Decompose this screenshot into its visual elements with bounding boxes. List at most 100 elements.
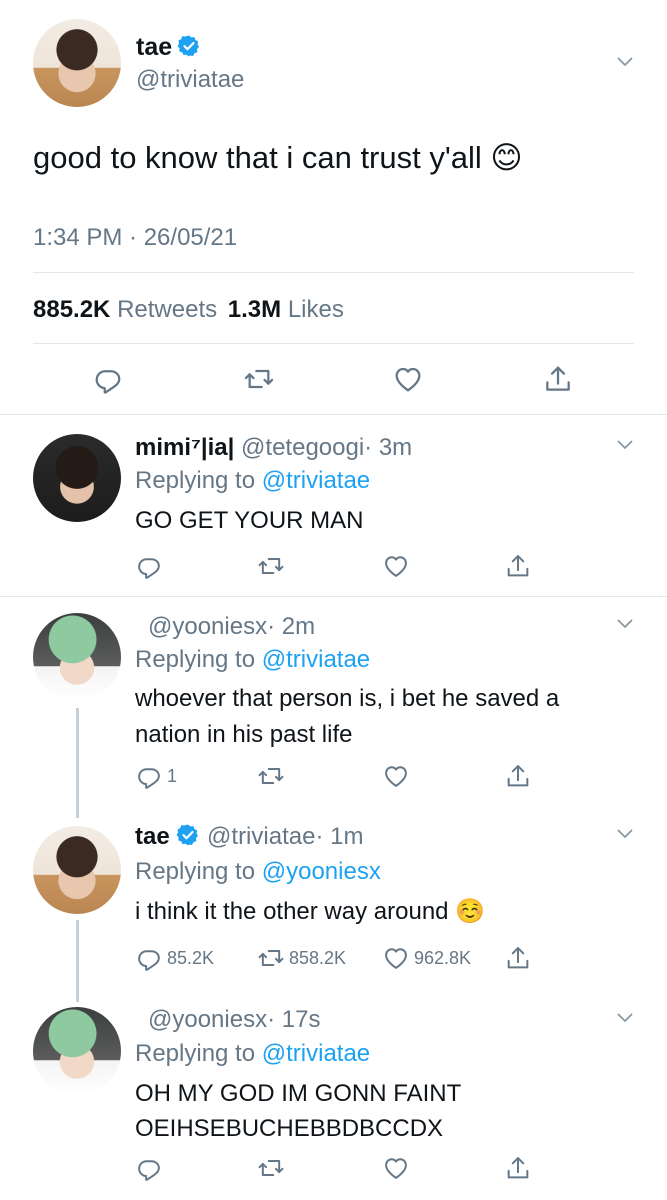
avatar[interactable] <box>33 613 121 701</box>
retweet-icon <box>257 762 285 790</box>
tweet-text: GO GET YOUR MAN <box>135 507 364 534</box>
replying-label: Replying to <box>135 646 256 673</box>
reply-icon <box>135 552 163 580</box>
thread-line <box>76 920 79 1002</box>
reply-icon <box>135 762 163 790</box>
retweet-button[interactable]: 858.2K <box>257 944 346 972</box>
author-row: @yooniesx· 2m <box>148 613 315 641</box>
retweet-icon <box>257 944 285 972</box>
like-icon <box>392 363 424 395</box>
reply-button[interactable] <box>92 363 124 395</box>
like-icon <box>382 762 410 790</box>
like-count: 962.8K <box>414 947 472 968</box>
author-name[interactable]: tae <box>136 33 172 61</box>
chevron-down-icon[interactable] <box>617 440 633 450</box>
verified-icon <box>177 34 201 58</box>
like-button[interactable] <box>382 1154 410 1182</box>
share-button[interactable] <box>504 762 532 790</box>
like-button[interactable]: 962.8K <box>382 944 471 972</box>
share-icon <box>504 944 532 972</box>
replying-to-link[interactable]: @triviatae <box>262 1040 370 1067</box>
likes-label[interactable]: Likes <box>288 296 344 323</box>
share-icon <box>504 762 532 790</box>
share-button[interactable] <box>504 1154 532 1182</box>
author-handle[interactable]: @yooniesx <box>148 613 267 640</box>
reply-icon <box>92 363 124 395</box>
author-row: tae <box>136 33 201 62</box>
avatar[interactable] <box>33 826 121 914</box>
chevron-down-icon[interactable] <box>617 619 633 629</box>
retweet-button[interactable] <box>257 552 285 580</box>
author-name[interactable]: tae <box>135 823 170 850</box>
replying-label: Replying to <box>135 1040 256 1067</box>
retweet-button[interactable] <box>243 363 275 395</box>
reply-button[interactable] <box>135 552 163 580</box>
tweet-time[interactable]: · 1m <box>315 823 363 850</box>
reply-count: 1 <box>167 765 178 786</box>
like-icon <box>382 944 410 972</box>
retweet-button[interactable] <box>257 762 285 790</box>
share-button[interactable] <box>542 363 574 395</box>
replying-to-link[interactable]: @triviatae <box>262 467 370 494</box>
reply-icon <box>135 944 163 972</box>
like-button[interactable] <box>382 762 410 790</box>
tweet-timestamp[interactable]: 1:34 PM · 26/05/21 <box>33 224 237 252</box>
avatar[interactable] <box>33 1007 121 1095</box>
share-button[interactable] <box>504 944 532 972</box>
replying-to: Replying to @triviatae <box>135 646 370 674</box>
retweets-count[interactable]: 885.2K <box>33 296 110 323</box>
like-button[interactable] <box>392 363 424 395</box>
tweet-text: good to know that i can trust y'all 😊 <box>33 140 523 175</box>
tweet-time[interactable]: · 17s <box>267 1006 320 1033</box>
retweets-label[interactable]: Retweets <box>117 296 217 323</box>
author-handle[interactable]: @tetegoogi <box>241 434 364 461</box>
author-row: @yooniesx· 17s <box>148 1006 320 1034</box>
replying-to: Replying to @yooniesx <box>135 858 381 886</box>
reply-button[interactable]: 1 <box>135 762 177 790</box>
retweet-button[interactable] <box>257 1154 285 1182</box>
author-handle[interactable]: @triviatae <box>136 66 244 94</box>
likes-count[interactable]: 1.3M <box>228 296 281 323</box>
author-row: tae @triviatae· 1m <box>135 823 363 851</box>
tweet-time[interactable]: · 3m <box>364 434 412 461</box>
share-icon <box>542 363 574 395</box>
divider <box>0 596 667 597</box>
tweet-text-line: OEIHSEBUCHEBBDBCCDX <box>135 1115 444 1142</box>
replying-label: Replying to <box>135 858 256 885</box>
retweet-count: 858.2K <box>289 947 347 968</box>
divider <box>33 272 634 273</box>
chevron-down-icon[interactable] <box>617 57 633 67</box>
tweet-text-line: nation in his past life <box>135 721 353 748</box>
reply-button[interactable]: 85.2K <box>135 944 214 972</box>
replying-to: Replying to @triviatae <box>135 1040 370 1068</box>
replying-to-link[interactable]: @yooniesx <box>262 858 381 885</box>
author-handle[interactable]: @triviatae <box>207 823 315 850</box>
replying-to-link[interactable]: @triviatae <box>262 646 370 673</box>
reply-count: 85.2K <box>167 947 215 968</box>
author-row: mimi⁷|ia| @tetegoogi· 3m <box>135 434 412 462</box>
share-icon <box>504 1154 532 1182</box>
like-icon <box>382 1154 410 1182</box>
tweet-time[interactable]: · 2m <box>267 613 315 640</box>
share-icon <box>504 552 532 580</box>
author-name[interactable]: mimi⁷|ia| <box>135 434 234 461</box>
author-handle[interactable]: @yooniesx <box>148 1006 267 1033</box>
retweet-icon <box>257 1154 285 1182</box>
verified-icon <box>176 823 200 847</box>
reply-button[interactable] <box>135 1154 163 1182</box>
reply-icon <box>135 1154 163 1182</box>
avatar[interactable] <box>33 434 121 522</box>
retweet-icon <box>257 552 285 580</box>
share-button[interactable] <box>504 552 532 580</box>
replying-label: Replying to <box>135 467 256 494</box>
thread-line <box>76 708 79 818</box>
tweet-text-line: whoever that person is, i bet he saved a <box>135 685 560 712</box>
divider <box>0 414 667 415</box>
chevron-down-icon[interactable] <box>617 1013 633 1023</box>
chevron-down-icon[interactable] <box>617 829 633 839</box>
like-button[interactable] <box>382 552 410 580</box>
avatar[interactable] <box>33 19 121 107</box>
divider <box>33 343 634 344</box>
like-icon <box>382 552 410 580</box>
engagement-stats: 885.2K Retweets 1.3M Likes <box>33 296 344 324</box>
